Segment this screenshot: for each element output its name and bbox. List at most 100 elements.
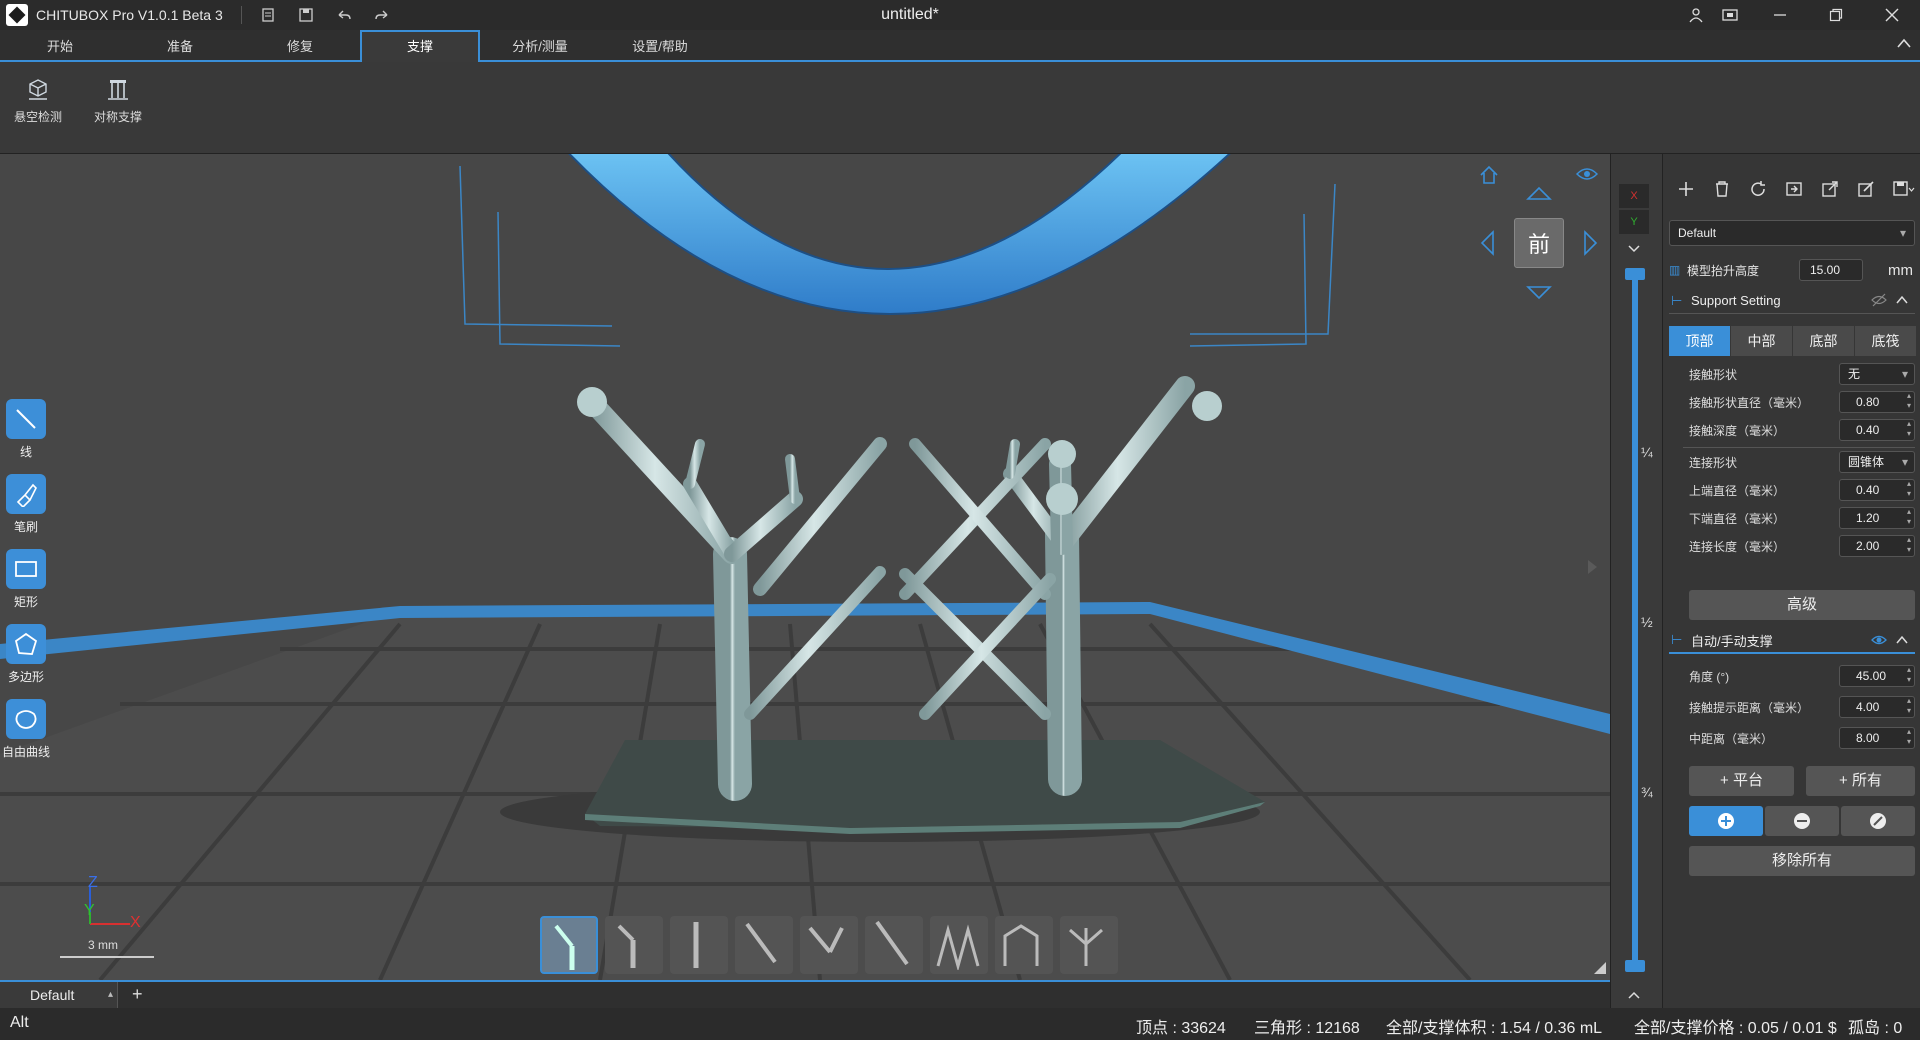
subtab-raft[interactable]: 底筏 — [1855, 326, 1916, 356]
axis-y-toggle[interactable]: Y — [1619, 210, 1649, 234]
view-right-icon[interactable] — [1582, 230, 1600, 259]
undo-icon[interactable] — [332, 4, 356, 26]
close-icon[interactable] — [1872, 0, 1912, 30]
axis-y-label: Y — [84, 902, 95, 919]
tab-support[interactable]: 支撑 — [360, 30, 480, 64]
axis-x-toggle[interactable]: X — [1619, 184, 1649, 208]
contact-depth-label: 接触深度（毫米） — [1689, 423, 1786, 438]
contact-hint-distance-input[interactable]: 4.00 — [1839, 696, 1915, 718]
add-all-button[interactable]: + 所有 — [1806, 766, 1915, 796]
add-tab-button[interactable]: + — [132, 982, 143, 1006]
edit-circle-icon — [1870, 813, 1886, 829]
layer-slider-track[interactable] — [1632, 272, 1638, 962]
refresh-icon[interactable] — [1749, 180, 1767, 203]
collapse-section-icon[interactable] — [1895, 634, 1909, 649]
profile-select[interactable]: Default ▾ — [1669, 220, 1915, 246]
edit-icon[interactable] — [1857, 180, 1875, 203]
connection-shape-select[interactable]: 圆锥体 — [1839, 451, 1915, 473]
tab-prepare[interactable]: 准备 — [120, 32, 240, 62]
home-view-icon[interactable] — [1478, 164, 1500, 189]
angle-input[interactable]: 45.00 — [1839, 665, 1915, 687]
support-type-7[interactable] — [930, 916, 988, 974]
contact-hint-distance-row: 接触提示距离（毫米） 4.00 — [1689, 695, 1915, 719]
support-setting-title: Support Setting — [1691, 293, 1781, 308]
support-type-1[interactable] — [540, 916, 598, 974]
tab-settings[interactable]: 设置/帮助 — [600, 32, 720, 62]
layer-mark-quarter: ¼ — [1641, 444, 1653, 460]
subtab-middle[interactable]: 中部 — [1731, 326, 1792, 356]
subtab-top[interactable]: 顶部 — [1669, 326, 1730, 356]
hide-eye-icon[interactable] — [1871, 293, 1887, 310]
show-eye-icon[interactable] — [1871, 634, 1887, 649]
tab-start[interactable]: 开始 — [0, 32, 120, 62]
add-platform-button[interactable]: + 平台 — [1689, 766, 1794, 796]
support-setting-header[interactable]: ⊢ Support Setting — [1669, 288, 1915, 314]
contact-diameter-input[interactable]: 0.80 — [1839, 391, 1915, 413]
save-profile-icon[interactable] — [1893, 180, 1915, 203]
connection-length-label: 连接长度（毫米） — [1689, 539, 1786, 554]
chevron-up-icon[interactable] — [1627, 988, 1641, 1003]
tool-rectangle[interactable]: 矩形 — [4, 549, 48, 610]
lift-height-row: ▥ 模型抬升高度 15.00 mm — [1669, 258, 1915, 282]
advanced-button[interactable]: 高级 — [1689, 590, 1915, 620]
3d-viewport[interactable]: 线 笔刷 矩形 多边形 自由曲线 前 Z Y X 3 mm — [0, 154, 1610, 980]
support-type-5[interactable] — [800, 916, 858, 974]
screenshot-icon[interactable] — [1710, 0, 1750, 30]
lift-height-icon: ▥ — [1669, 263, 1681, 277]
overhang-detect-button[interactable]: 悬空检测 — [3, 76, 73, 125]
connection-length-row: 连接长度（毫米） 2.00 — [1689, 534, 1915, 558]
add-support-mode-button[interactable] — [1689, 806, 1763, 836]
tab-analyze[interactable]: 分析/测量 — [480, 32, 600, 62]
view-down-icon[interactable] — [1526, 284, 1552, 305]
layer-slider-bottom-handle[interactable] — [1625, 960, 1645, 972]
subtab-bottom[interactable]: 底部 — [1793, 326, 1854, 356]
document-tab-default[interactable]: Default ▴ — [0, 982, 118, 1008]
tool-line[interactable]: 线 — [4, 399, 48, 460]
view-up-icon[interactable] — [1526, 184, 1552, 205]
mid-distance-input[interactable]: 8.00 — [1839, 727, 1915, 749]
collapse-ribbon-icon[interactable] — [1896, 36, 1912, 54]
remove-all-button[interactable]: 移除所有 — [1689, 846, 1915, 876]
visibility-eye-icon[interactable] — [1575, 166, 1599, 185]
tab-repair[interactable]: 修复 — [240, 32, 360, 62]
export-icon[interactable] — [1821, 180, 1839, 203]
tool-freeform[interactable]: 自由曲线 — [0, 699, 52, 760]
auto-support-header[interactable]: ⊢ 自动/手动支撑 — [1669, 628, 1915, 654]
line-icon — [6, 399, 46, 439]
tool-brush[interactable]: 笔刷 — [4, 474, 48, 535]
edit-support-mode-button[interactable] — [1841, 806, 1915, 836]
upper-diameter-input[interactable]: 0.40 — [1839, 479, 1915, 501]
new-file-icon[interactable] — [256, 4, 280, 26]
view-left-icon[interactable] — [1478, 230, 1496, 259]
layer-mark-half: ½ — [1641, 614, 1653, 630]
delete-icon[interactable] — [1713, 180, 1731, 203]
restore-icon[interactable] — [1816, 0, 1856, 30]
view-cube-front[interactable]: 前 — [1514, 218, 1564, 268]
tool-polygon[interactable]: 多边形 — [4, 624, 48, 685]
support-type-2[interactable] — [605, 916, 663, 974]
remove-support-mode-button[interactable] — [1765, 806, 1839, 836]
expand-panel-icon[interactable] — [1584, 550, 1602, 587]
support-type-4[interactable] — [735, 916, 793, 974]
lower-diameter-input[interactable]: 1.20 — [1839, 507, 1915, 529]
lift-height-input[interactable]: 15.00 — [1799, 259, 1863, 281]
layer-slider-top-handle[interactable] — [1625, 268, 1645, 280]
contact-depth-input[interactable]: 0.40 — [1839, 419, 1915, 441]
collapse-section-icon[interactable] — [1895, 294, 1909, 309]
import-icon[interactable] — [1785, 180, 1803, 203]
contact-shape-label: 接触形状 — [1689, 367, 1738, 382]
support-type-8[interactable] — [995, 916, 1053, 974]
symmetric-support-button[interactable]: 对称支撑 — [83, 76, 153, 125]
support-type-3[interactable] — [670, 916, 728, 974]
support-type-9[interactable] — [1060, 916, 1118, 974]
support-type-6[interactable] — [865, 916, 923, 974]
add-icon[interactable] — [1677, 180, 1695, 203]
save-icon[interactable] — [294, 4, 318, 26]
contact-shape-select[interactable]: 无 — [1839, 363, 1915, 385]
connection-length-input[interactable]: 2.00 — [1839, 535, 1915, 557]
chevron-down-icon[interactable] — [1627, 242, 1641, 257]
minimize-icon[interactable] — [1760, 0, 1800, 30]
document-tab-label: Default — [30, 987, 75, 1003]
redo-icon[interactable] — [370, 4, 394, 26]
support-setting-icon: ⊢ — [1671, 292, 1683, 308]
